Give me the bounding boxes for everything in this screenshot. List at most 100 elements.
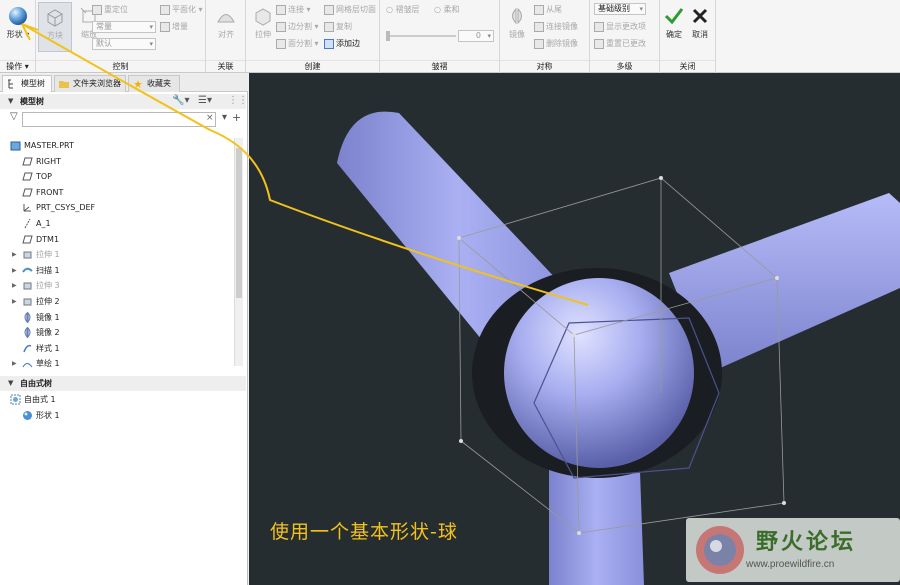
extrude-icon [23,251,32,259]
crease-slider-handle[interactable] [386,31,390,41]
align-button[interactable]: 对齐 [209,2,243,52]
copy-button[interactable]: 复制 [324,20,352,34]
group-label-control: 控制 [36,60,205,71]
connect-icon [276,4,286,15]
tree-item[interactable]: TOP [22,169,52,184]
constant-combo[interactable]: 常量 [92,21,156,33]
tree-item[interactable]: ▶ 扫描 1 [12,263,60,278]
tree-item[interactable]: A_1 [22,216,51,231]
group-label-symmetry: 对称 [500,60,589,71]
datum-plane-icon [22,188,33,197]
increase-icon [160,21,170,32]
tree-item[interactable]: ▶ 拉伸 1 [12,247,60,262]
show-icon[interactable]: ☰▾ [198,95,212,106]
tree-item[interactable]: RIGHT [22,154,61,169]
group-label-operations[interactable]: 操作 ▾ [0,60,35,71]
align-label: 对齐 [218,30,234,39]
tree-item[interactable]: MASTER.PRT [10,138,74,153]
columns-icon[interactable]: ⋮⋮ [228,95,248,106]
crease-slider[interactable] [386,35,456,37]
tree-item[interactable]: 镜像 2 [22,325,60,340]
tree-item-label: FRONT [36,187,64,197]
add-edge-button[interactable]: 添加边 [324,37,360,51]
axis-icon [24,218,31,229]
tab-model-tree[interactable]: 模型树 [2,75,52,92]
tree-search-input[interactable] [22,112,216,127]
flatten-icon [160,4,170,15]
tree-item[interactable]: 样式 1 [22,341,60,356]
shape-button-label: 形状 [6,30,23,39]
expand-arrow-icon[interactable]: ▶ [12,263,17,278]
cancel-button[interactable]: 取消 [686,2,714,52]
tree-item[interactable]: DTM1 [22,232,59,247]
tree-scrollbar[interactable] [234,138,243,366]
expand-arrow-icon[interactable]: ▶ [12,356,17,371]
reposition-button[interactable]: 重定位 [92,3,128,17]
face-split-button[interactable]: 面分割 ▾ [276,37,319,51]
mirror-label: 镜像 [509,30,525,39]
dropdown-icon[interactable]: ▾ [222,112,227,123]
mesh-cut-button[interactable]: 网格层切面 [324,3,376,17]
ribbon: 形状 ▾ 操作 ▾ 方块 缩放 重定位 平面化 ▾ 常量 增量 默认 控制 对齐… [0,0,900,73]
settings-icon[interactable]: 🔧▾ [172,95,189,106]
box-mode-button[interactable]: 方块 [38,2,72,52]
mirror-button[interactable]: 镜像 [500,2,534,52]
add-icon[interactable]: + [232,111,241,124]
tree-item-label: MASTER.PRT [24,141,74,150]
show-changes-button[interactable]: 显示更改项 [594,20,646,34]
graphics-viewport[interactable] [249,73,900,585]
tree-item[interactable]: ▶ 拉伸 2 [12,294,60,309]
reset-changes-button[interactable]: 重置已更改 [594,37,646,51]
freestyle-shape-item[interactable]: 形状 1 [22,408,60,423]
collapse-icon: ▼ [8,97,14,105]
freestyle-tree-header[interactable]: ▼ 自由式树 [0,376,246,391]
group-label-crease: 皱褶 [380,60,499,71]
mirror-icon [512,7,522,25]
extrude-button[interactable]: 拉伸 [246,2,280,52]
default-combo[interactable]: 默认 [92,38,156,50]
connect-button[interactable]: 连接 ▾ [276,3,311,17]
model-geometry [337,111,900,585]
align-icon [217,14,235,23]
cancel-label: 取消 [692,30,708,39]
chevron-down-icon: ▾ [22,30,30,39]
confirm-button[interactable]: 确定 [660,2,688,52]
expand-arrow-icon[interactable]: ▶ [12,278,17,293]
connect-mirror-button[interactable]: 连接镜像 [534,20,578,34]
edge-split-button[interactable]: 边分割 ▾ [276,20,319,34]
group-operations: 形状 ▾ 操作 ▾ [0,0,36,73]
group-multilevel: 基础级别 显示更改项 重置已更改 多级 [590,0,660,73]
transition-radio[interactable]: ○ 褶皱层 [386,3,420,17]
box-mode-label: 方块 [47,31,63,40]
tree-item[interactable]: ▶ 拉伸 3 [12,278,60,293]
expand-arrow-icon[interactable]: ▶ [12,247,17,262]
navigator-tabs: 模型树 文件夹浏览器 收藏夹 [0,74,248,92]
group-label-create: 创建 [246,60,379,71]
clear-search-icon[interactable]: × [206,113,214,123]
tree-scrollbar-thumb[interactable] [236,148,242,298]
model-tree-panel: ▼ 模型树 🔧▾ ☰▾ ⋮⋮ ▽ × ▾ + MASTER.PRT RIGHT TOP… [0,92,248,585]
flatten-button[interactable]: 平面化 ▾ [160,3,203,17]
mirror-icon [24,327,31,339]
tree-item[interactable]: PRT_CSYS_DEF [22,200,95,215]
tree-item-label: DTM1 [36,234,60,244]
annotation-caption: 使用一个基本形状-球 [270,521,458,543]
base-level-combo[interactable]: 基础级别 [594,3,646,15]
tree-item[interactable]: 镜像 1 [22,310,60,325]
extrude-icon [23,298,32,306]
crease-value-input[interactable]: 0 [458,30,494,42]
tree-item[interactable]: ▶ 草绘 1 [12,356,60,371]
group-control: 方块 缩放 重定位 平面化 ▾ 常量 增量 默认 控制 [36,0,206,73]
tree-item[interactable]: FRONT [22,185,63,200]
tab-favorites[interactable]: 收藏夹 [128,75,180,92]
freestyle-item[interactable]: 自由式 1 [10,392,56,407]
from-tail-button[interactable]: 从尾 [534,3,562,17]
expand-arrow-icon[interactable]: ▶ [12,294,17,309]
delete-mirror-button[interactable]: 删除镜像 [534,37,578,51]
shape-button[interactable]: 形状 ▾ [1,2,35,52]
increase-button[interactable]: 增量 [160,20,188,34]
tab-folder-browser[interactable]: 文件夹浏览器 [54,75,126,92]
soft-radio[interactable]: ○ 柔和 [434,3,460,17]
close-icon [692,8,708,24]
collapse-icon: ▼ [8,379,14,387]
